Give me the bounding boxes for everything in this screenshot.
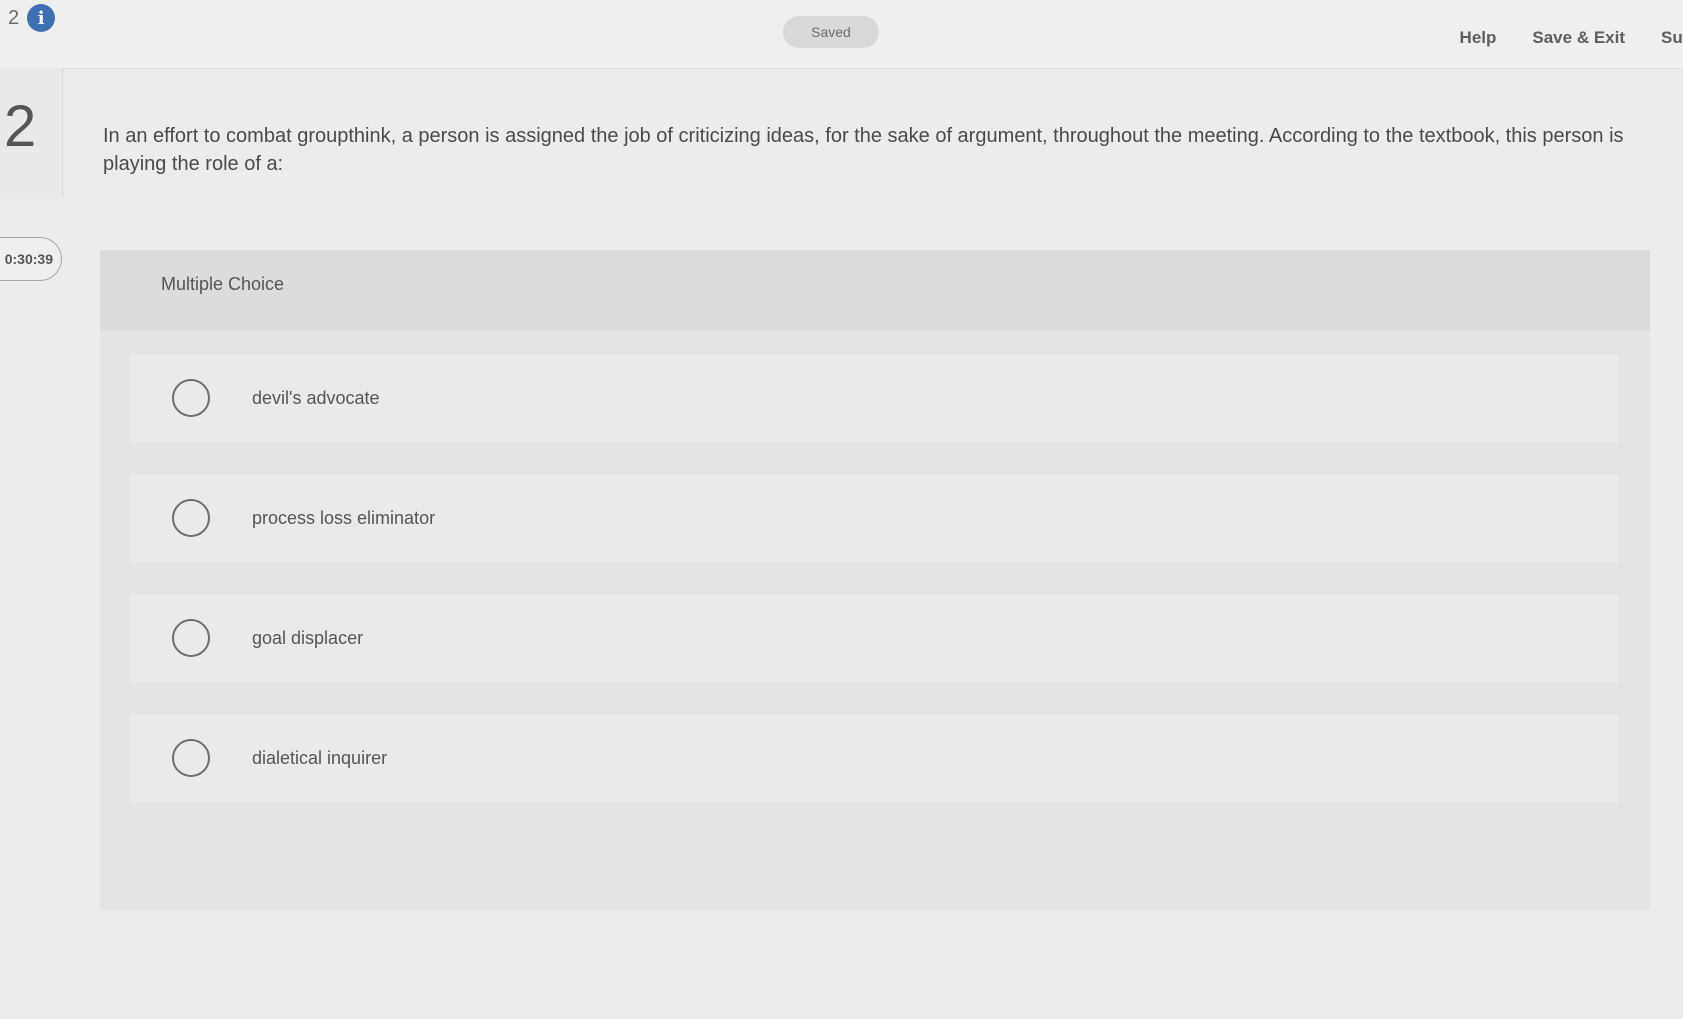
choice-label: dialetical inquirer — [252, 747, 388, 768]
saved-status-badge: Saved — [783, 16, 879, 48]
timer[interactable]: 0:30:39 — [0, 237, 62, 281]
radio-unchecked-icon[interactable] — [172, 739, 210, 777]
choice-option[interactable]: goal displacer — [130, 594, 1618, 682]
choice-option[interactable]: dialetical inquirer — [130, 714, 1618, 802]
submit-link[interactable]: Sub — [1661, 28, 1683, 48]
choice-label: goal displacer — [252, 627, 364, 648]
radio-unchecked-icon[interactable] — [172, 379, 210, 417]
choice-option[interactable]: devil's advocate — [130, 354, 1618, 442]
radio-unchecked-icon[interactable] — [172, 619, 210, 657]
top-bar: 2 i Saved Help Save & Exit Sub — [0, 0, 1683, 69]
choice-label: devil's advocate — [252, 387, 380, 408]
help-link[interactable]: Help — [1460, 28, 1497, 48]
top-nav: Help Save & Exit Sub — [1460, 28, 1683, 48]
question-text: In an effort to combat groupthink, a per… — [103, 125, 1624, 175]
info-icon[interactable]: i — [27, 4, 56, 32]
question-number: 2 — [4, 94, 37, 159]
answer-card-header: Multiple Choice — [100, 250, 1650, 330]
radio-unchecked-icon[interactable] — [172, 499, 210, 537]
question-indicator: 2 i — [8, 4, 56, 32]
answer-card: Multiple Choice devil's advocate process… — [100, 250, 1650, 910]
save-exit-link[interactable]: Save & Exit — [1532, 28, 1625, 48]
question-indicator-number: 2 — [8, 6, 20, 29]
question-type-label: Multiple Choice — [161, 274, 285, 294]
choice-label: process loss eliminator — [252, 507, 436, 528]
choice-option[interactable]: process loss eliminator — [130, 474, 1618, 562]
